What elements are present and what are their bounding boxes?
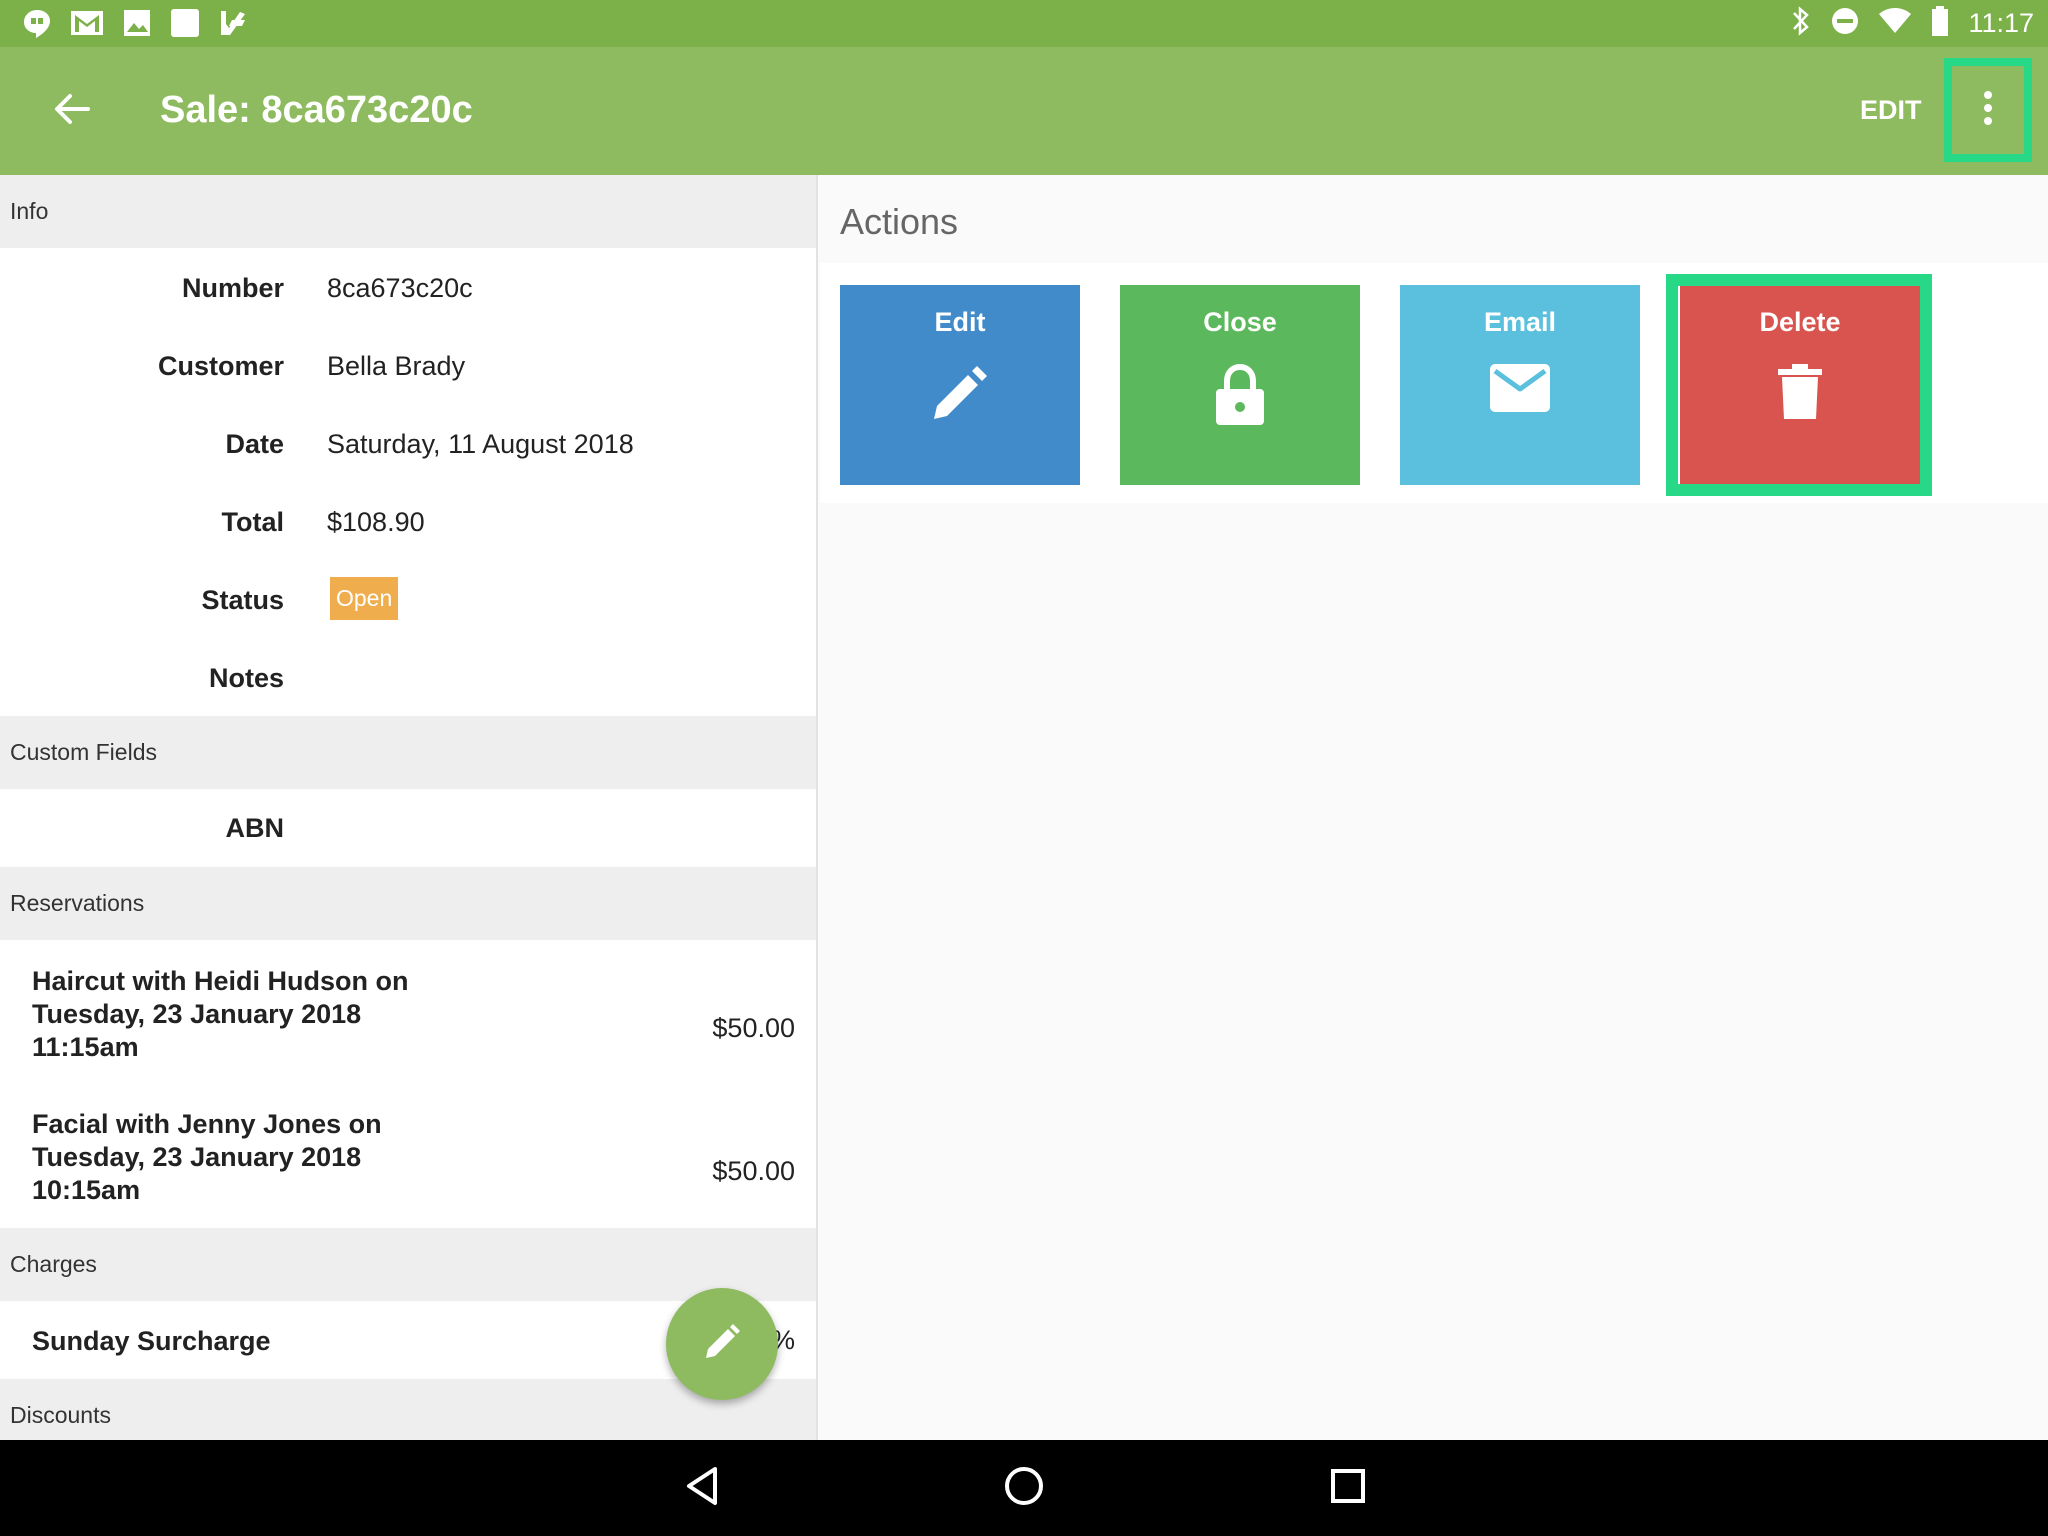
custom-fields-section-title: Custom Fields (10, 739, 157, 765)
reservation-service-line: Haircut with Heidi Hudson on (32, 966, 409, 996)
wifi-icon (1878, 7, 1912, 40)
total-value: $108.90 (327, 507, 425, 537)
status-badge: Open (330, 577, 399, 620)
abn-label: ABN (225, 813, 285, 843)
info-section-title: Info (10, 198, 49, 224)
edit-toolbar-button[interactable]: EDIT (1860, 95, 1922, 126)
back-button[interactable] (38, 77, 106, 145)
bluetooth-icon (1790, 5, 1812, 42)
date-value: Saturday, 11 August 2018 (327, 429, 634, 459)
email-action-button[interactable]: Email (1400, 285, 1640, 485)
reservation-price: $50.00 (712, 1013, 795, 1043)
reservations-section-header: Reservations (0, 867, 816, 940)
gmail-icon (70, 8, 104, 45)
nav-recents-icon (1330, 1468, 1366, 1509)
number-label: Number (181, 273, 284, 303)
app-bar: Sale: 8ca673c20c EDIT (0, 47, 2048, 175)
actions-pane: Actions Edit Close Email Delete (820, 175, 2048, 1440)
edit-fab[interactable] (666, 1288, 778, 1400)
photos-icon (122, 8, 152, 45)
reservation-service-line: Facial with Jenny Jones on (32, 1109, 382, 1139)
battery-icon (1930, 5, 1950, 42)
discounts-section-title: Discounts (10, 1402, 111, 1428)
info-section-header: Info (0, 175, 816, 248)
charge-name: Sunday Surcharge (32, 1326, 271, 1356)
pencil-icon (702, 1322, 742, 1367)
notes-label: Notes (208, 663, 284, 693)
reservation-time-line: 10:15am (32, 1175, 141, 1205)
reservation-date-line: Tuesday, 23 January 2018 (32, 999, 362, 1029)
nav-recents-button[interactable] (1320, 1460, 1376, 1516)
close-action-button[interactable]: Close (1120, 285, 1360, 485)
delivery-icon (218, 8, 248, 45)
actions-title: Actions (840, 201, 959, 242)
reservations-section-title: Reservations (10, 890, 145, 916)
arrow-left-icon (54, 93, 90, 130)
trash-icon (1778, 363, 1822, 426)
nav-back-icon (685, 1466, 719, 1511)
delete-action-button[interactable]: Delete (1680, 285, 1920, 485)
clock: 11:17 (1968, 8, 2034, 38)
close-action-label: Close (1203, 307, 1277, 337)
nav-back-button[interactable] (674, 1460, 730, 1516)
envelope-icon (1489, 363, 1551, 418)
nav-home-button[interactable] (996, 1460, 1052, 1516)
page-title: Sale: 8ca673c20c (160, 89, 473, 131)
navigation-bar (0, 1440, 2048, 1536)
overflow-menu-button[interactable] (1944, 58, 2032, 162)
do-not-disturb-icon (1830, 6, 1860, 41)
charges-section-header: Charges (0, 1228, 816, 1301)
system-icons: 11:17 (1790, 0, 2034, 47)
lock-icon (1214, 363, 1266, 432)
notification-icons (22, 8, 248, 45)
hangouts-icon (22, 8, 52, 45)
total-label: Total (221, 507, 285, 537)
edit-action-label: Edit (934, 307, 986, 337)
nav-home-icon (1003, 1465, 1045, 1512)
customer-label: Customer (157, 351, 284, 381)
reservation-description: Haircut with Heidi Hudson on Tuesday, 23… (32, 965, 409, 1064)
blank-notification-icon (170, 8, 200, 45)
reservation-time-line: 11:15am (32, 1032, 139, 1062)
delete-action-label: Delete (1759, 307, 1841, 337)
date-label: Date (225, 429, 284, 459)
status-label: Status (201, 585, 284, 615)
sale-details-pane[interactable]: Info Number 8ca673c20c Customer Bella Br… (0, 175, 818, 1440)
reservation-date-line: Tuesday, 23 January 2018 (32, 1142, 362, 1172)
edit-action-button[interactable]: Edit (840, 285, 1080, 485)
custom-fields-section-header: Custom Fields (0, 716, 816, 789)
status-bar: 11:17 (0, 0, 2048, 47)
email-action-label: Email (1483, 307, 1557, 337)
customer-value[interactable]: Bella Brady (327, 351, 465, 382)
more-vertical-icon (1982, 90, 1994, 131)
reservation-price: $50.00 (712, 1156, 795, 1186)
reservation-description: Facial with Jenny Jones on Tuesday, 23 J… (32, 1108, 382, 1207)
pencil-icon (930, 363, 990, 428)
charges-section-title: Charges (10, 1251, 97, 1277)
number-value: 8ca673c20c (327, 273, 473, 303)
